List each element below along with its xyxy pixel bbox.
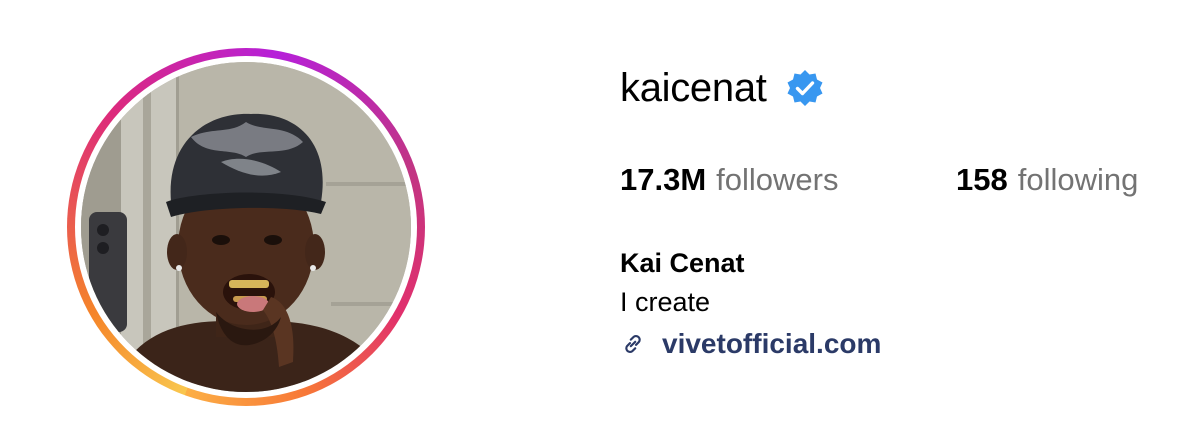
avatar[interactable] (81, 62, 411, 392)
story-ring[interactable] (67, 48, 425, 406)
followers-label: followers (716, 162, 839, 197)
followers-count: 17.3M (620, 162, 707, 197)
stats-row: 17.3M followers 158 following (620, 160, 1138, 200)
bio-link-text[interactable]: vivetofficial.com (662, 328, 881, 360)
username-row: kaicenat (620, 60, 825, 116)
bio-link[interactable]: vivetofficial.com (620, 326, 881, 362)
bio-text: I create (620, 287, 711, 317)
followers-stat[interactable]: 17.3M followers (620, 162, 956, 198)
full-name: Kai Cenat (620, 248, 745, 278)
following-label: following (1017, 162, 1139, 197)
verified-badge-icon (785, 68, 825, 108)
avatar-gap (75, 56, 417, 398)
link-icon (620, 331, 646, 357)
following-count: 158 (956, 162, 1008, 197)
profile-photo-icon (81, 62, 411, 392)
following-stat[interactable]: 158 following (956, 162, 1138, 198)
username: kaicenat (620, 65, 767, 110)
profile-header: kaicenat 17.3M followers 158 following K… (0, 0, 1200, 424)
